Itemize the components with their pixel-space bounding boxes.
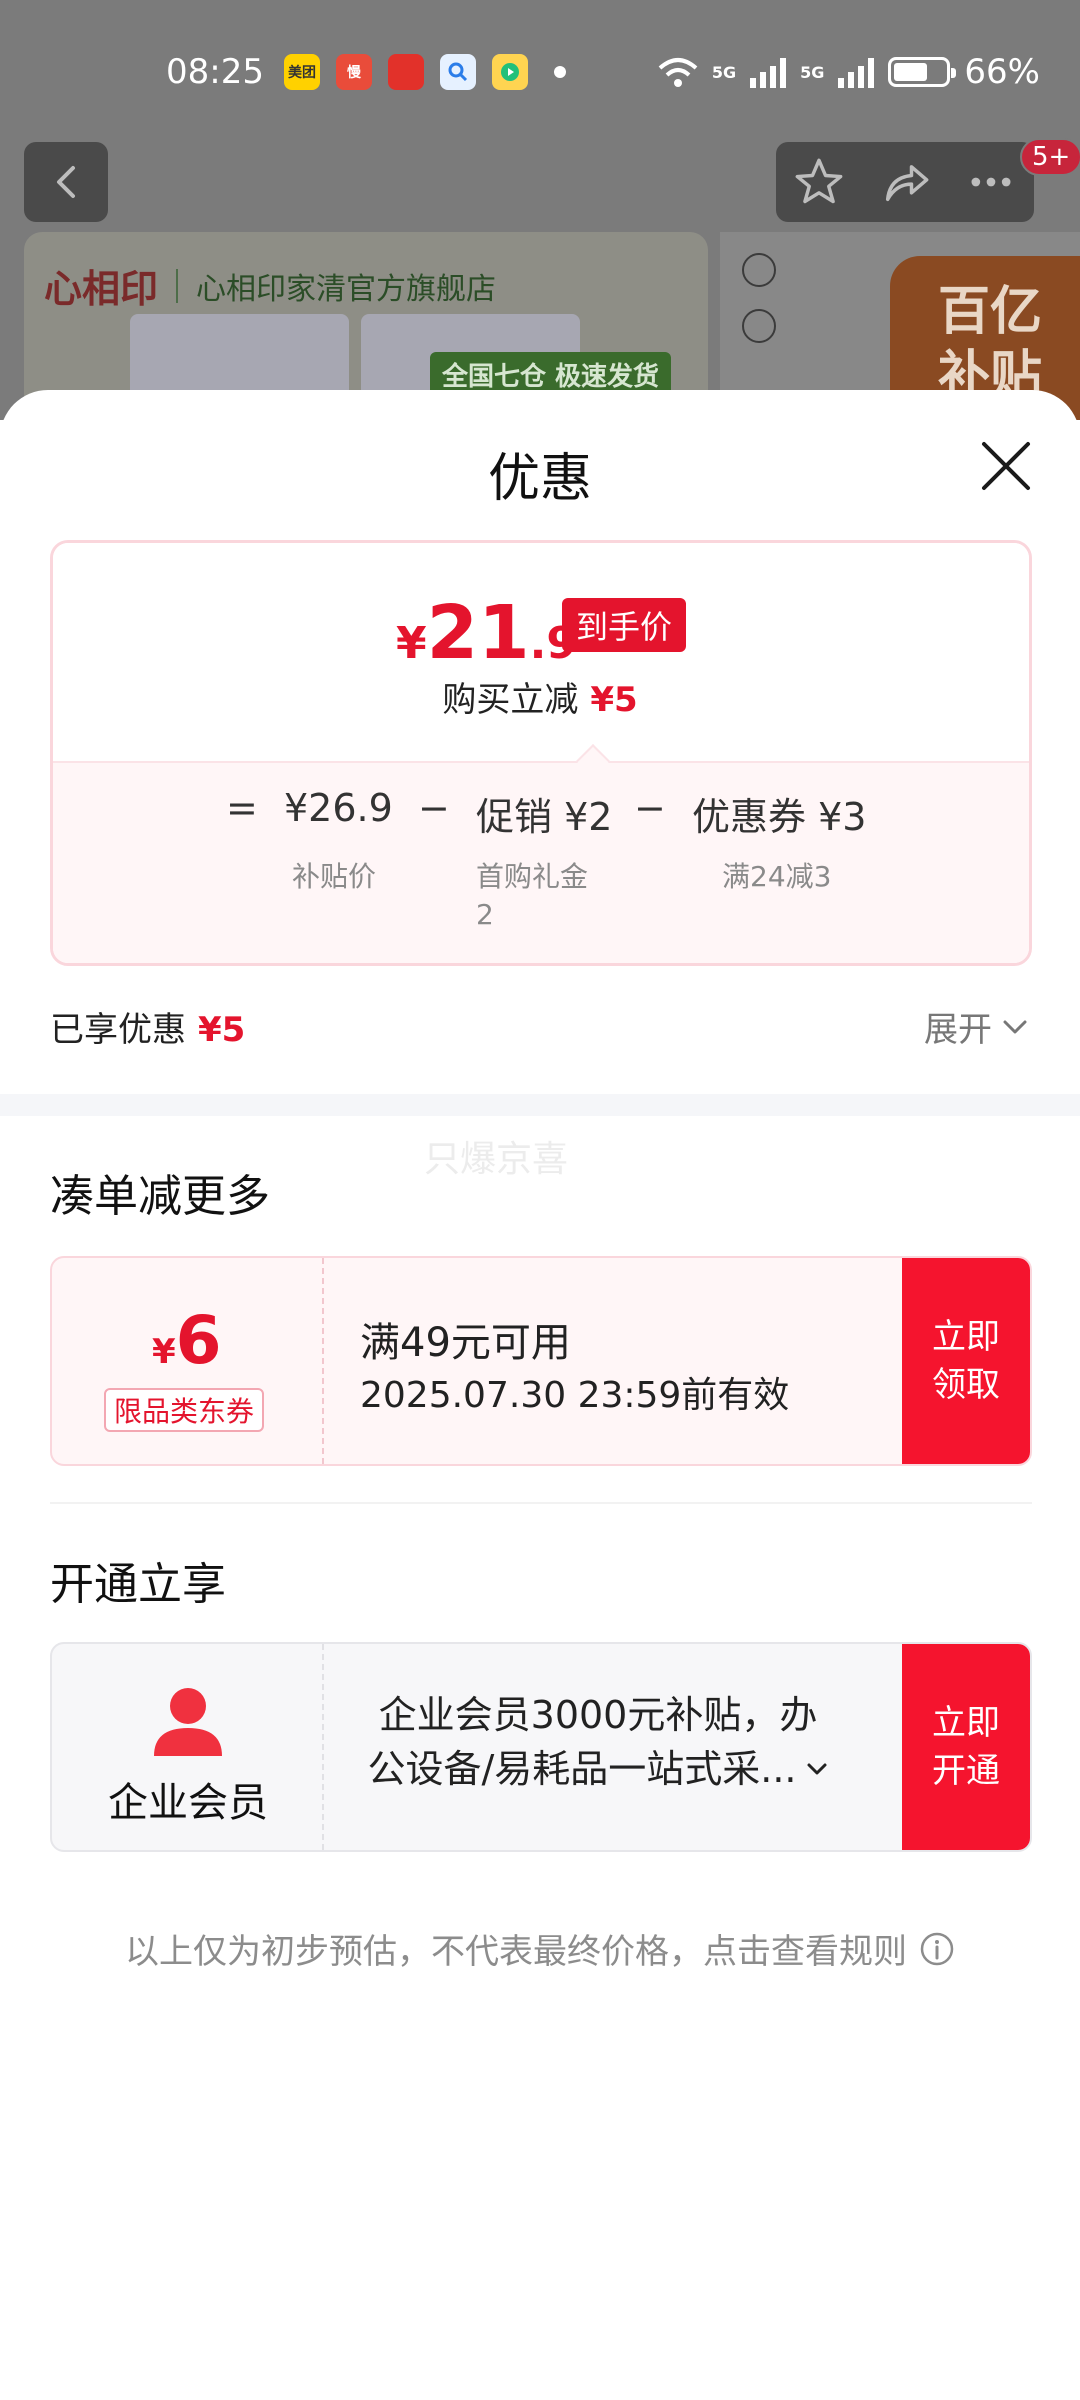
message-count-badge: 5+	[1020, 138, 1080, 176]
signal-2-label: 5G	[800, 62, 825, 82]
claim-coupon-button[interactable]: 立即 领取	[902, 1258, 1030, 1464]
back-button[interactable]	[24, 142, 108, 222]
star-icon[interactable]	[793, 156, 845, 208]
final-price-tag: 到手价	[562, 598, 687, 652]
enjoyed-discount: 已享优惠 ¥5	[50, 1002, 245, 1051]
membership-card: 企业会员 企业会员3000元补贴，办 公设备/易耗品一站式采... 立即 开通	[50, 1642, 1032, 1852]
coupon-number: 6	[175, 1302, 222, 1379]
final-price-currency: ¥	[396, 618, 427, 669]
coupon-label: 满24减3	[722, 860, 832, 893]
close-button[interactable]	[974, 434, 1038, 498]
battery-percent: 66%	[964, 52, 1040, 92]
clock: 08:25	[166, 52, 264, 92]
final-price-integer: 21	[426, 590, 530, 676]
claim-button-line2: 领取	[932, 1365, 1000, 1405]
promo-label-line1: 首购礼金	[476, 860, 589, 893]
feature-icon	[742, 308, 862, 344]
brand-separator	[176, 268, 179, 303]
instant-discount: 购买立减 ¥5	[0, 672, 1080, 721]
section-divider	[0, 1094, 1080, 1116]
status-bar: 08:25 美团 慢 5G 5G 66%	[0, 40, 1080, 110]
open-membership-button[interactable]: 立即 开通	[902, 1644, 1030, 1850]
coupon-validity: 2025.07.30 23:59前有效	[360, 1375, 790, 1416]
app-red-icon: 慢	[336, 54, 372, 90]
more-icon[interactable]	[965, 156, 1017, 208]
open-button-line2: 开通	[932, 1751, 1000, 1791]
feature-icon	[742, 252, 862, 288]
promo-label-line2: 2	[476, 898, 494, 931]
more-discount-title: 凑单减更多	[50, 1171, 270, 1222]
membership-desc-line2: 公设备/易耗品一站式采...	[367, 1747, 797, 1791]
share-icon[interactable]	[879, 156, 931, 208]
membership-name: 企业会员	[108, 1780, 268, 1826]
expand-label: 展开	[924, 1010, 992, 1050]
top-action-group	[776, 142, 1034, 222]
instant-discount-label: 购买立减	[442, 680, 579, 720]
disclaimer-text: 以上仅为初步预估，不代表最终价格，点击查看规则	[125, 1932, 907, 1972]
meituan-icon: 美团	[284, 54, 320, 90]
disclaimer-link[interactable]: 以上仅为初步预估，不代表最终价格，点击查看规则	[0, 1924, 1080, 1973]
coupon-card: ¥ 6 限品类东券 满49元可用 2025.07.30 23:59前有效 立即 …	[50, 1256, 1032, 1466]
signal-1-icon	[750, 56, 787, 88]
notification-icons: 美团 慢	[284, 54, 566, 90]
sheet-title: 优惠	[487, 449, 592, 509]
membership-description[interactable]: 企业会员3000元补贴，办 公设备/易耗品一站式采...	[348, 1688, 848, 1796]
coupon-currency: ¥	[152, 1332, 176, 1372]
subsidy-price: ¥26.9	[284, 786, 393, 830]
more-notifications-dot	[554, 66, 566, 78]
enjoyed-amount: ¥5	[198, 1010, 246, 1050]
store-logo: 心相印	[44, 266, 159, 311]
enjoyed-label: 已享优惠	[50, 1010, 186, 1050]
membership-desc-line2-row: 公设备/易耗品一站式采...	[348, 1742, 848, 1796]
close-icon	[982, 442, 1030, 490]
open-button-line1: 立即	[932, 1703, 1000, 1743]
coupon-amount: 优惠券 ¥3	[692, 795, 867, 839]
app-pdd-icon	[388, 54, 424, 90]
equals-sign: =	[226, 786, 258, 830]
expand-button[interactable]: 展开	[924, 1002, 1028, 1051]
chevron-left-icon	[57, 166, 75, 198]
store-name: 心相印家清官方旗舰店	[196, 271, 497, 307]
watermark-text: 只爆京喜	[424, 1139, 569, 1180]
promo-amount: 促销 ¥2	[476, 795, 613, 839]
minus-sign: −	[634, 786, 666, 830]
membership-desc-line1: 企业会员3000元补贴，办	[378, 1693, 818, 1737]
minus-sign: −	[418, 786, 450, 830]
claim-button-line1: 立即	[932, 1317, 1000, 1357]
section-rule	[50, 1502, 1032, 1504]
instant-discount-amount: ¥5	[590, 680, 638, 720]
battery-icon	[888, 57, 957, 87]
chevron-down-icon	[807, 1763, 827, 1775]
wifi-icon	[658, 58, 698, 87]
open-benefit-title: 开通立享	[50, 1559, 226, 1610]
store-brand: 心相印 心相印家清官方旗舰店	[44, 258, 496, 313]
user-icon	[154, 1688, 222, 1756]
info-icon	[920, 1932, 954, 1965]
subsidy-badge-line1: 百亿	[938, 282, 1043, 342]
subsidy-price-label: 补贴价	[292, 860, 377, 893]
signal-1-label: 5G	[711, 62, 737, 82]
coupon-value: ¥ 6	[152, 1302, 222, 1379]
system-icons: 5G 5G 66%	[658, 52, 1040, 92]
app-video-icon	[492, 54, 528, 90]
signal-2-icon	[838, 56, 875, 88]
final-price: ¥ 21 .9	[396, 590, 577, 676]
coupon-condition: 满49元可用	[360, 1320, 571, 1366]
promo-label: 首购礼金 2	[476, 858, 588, 934]
coupon-type-badge: 限品类东券	[104, 1388, 265, 1432]
app-search-icon	[440, 54, 476, 90]
chevron-down-icon	[1003, 1020, 1027, 1033]
